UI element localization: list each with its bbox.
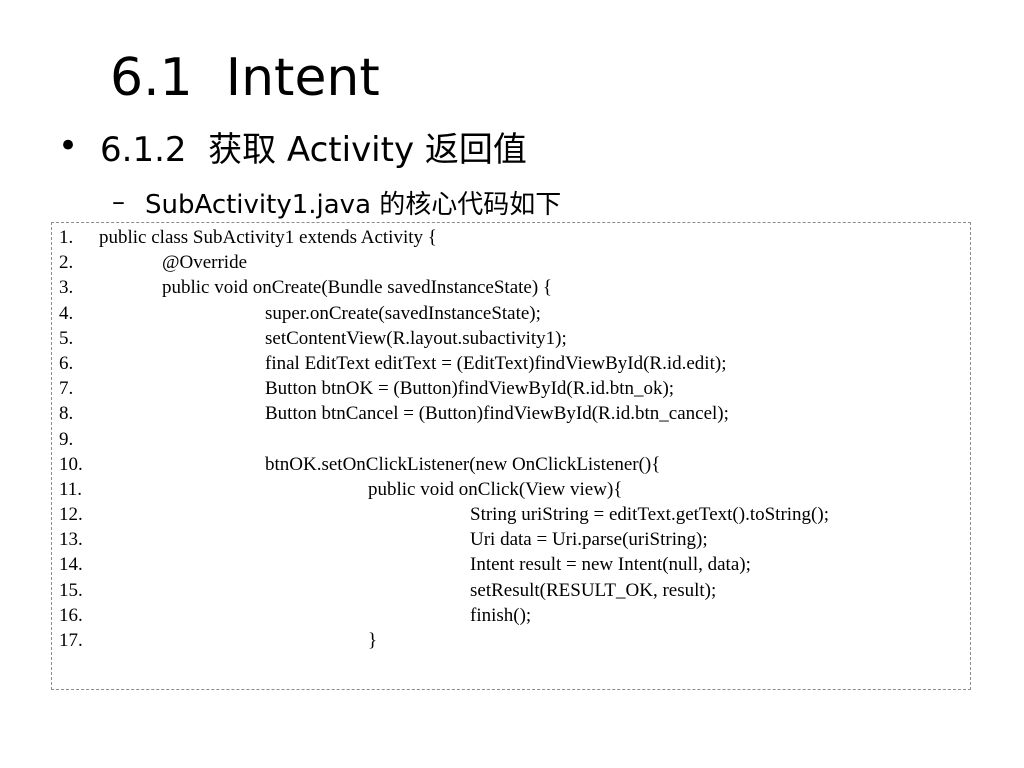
code-line: 5. setContentView(R.layout.subactivity1)… bbox=[59, 326, 966, 351]
code-line: 4. super.onCreate(savedInstanceState); bbox=[59, 301, 966, 326]
code-line: 12. String uriString = editText.getText(… bbox=[59, 502, 966, 527]
line-number: 6. bbox=[59, 352, 74, 374]
line-number: 1. bbox=[59, 227, 74, 248]
line-number: 5. bbox=[59, 327, 74, 349]
code-line: 14. Intent result = new Intent(null, dat… bbox=[59, 552, 966, 577]
bullet-dash: – bbox=[112, 187, 125, 217]
code-text: Intent result = new Intent(null, data); bbox=[470, 554, 751, 576]
code-text: btnOK.setOnClickListener(new OnClickList… bbox=[265, 453, 661, 475]
code-text: public void onClick(View view){ bbox=[368, 478, 623, 500]
line-number: 14. bbox=[59, 554, 83, 576]
code-line: 3. public void onCreate(Bundle savedInst… bbox=[59, 275, 966, 300]
line-number: 7. bbox=[59, 378, 74, 400]
code-text: super.onCreate(savedInstanceState); bbox=[265, 302, 541, 324]
code-line: 9. bbox=[59, 427, 966, 452]
slide-title: 6.1 Intent bbox=[110, 48, 380, 108]
code-line: 7. Button btnOK = (Button)findViewById(R… bbox=[59, 376, 966, 401]
bullet-level-1-text: 6.1.2 获取 Activity 返回值 bbox=[100, 129, 527, 170]
code-line: 1. public class SubActivity1 extends Act… bbox=[59, 225, 966, 250]
line-number: 12. bbox=[59, 504, 83, 526]
code-text: @Override bbox=[162, 252, 248, 274]
code-text: Button btnCancel = (Button)findViewById(… bbox=[265, 403, 729, 425]
line-number: 16. bbox=[59, 604, 83, 626]
code-text: Uri data = Uri.parse(uriString); bbox=[470, 529, 708, 551]
code-line: 6. final EditText editText = (EditText)f… bbox=[59, 351, 966, 376]
code-text: public void onCreate(Bundle savedInstanc… bbox=[162, 277, 553, 299]
code-text: } bbox=[368, 630, 378, 651]
line-number: 13. bbox=[59, 529, 83, 551]
code-line: 13. Uri data = Uri.parse(uriString); bbox=[59, 527, 966, 552]
bullet-dot: • bbox=[58, 126, 79, 166]
code-lines: 1. public class SubActivity1 extends Act… bbox=[59, 225, 966, 653]
line-number: 10. bbox=[59, 453, 83, 475]
code-text: final EditText editText = (EditText)find… bbox=[265, 352, 727, 374]
line-number: 8. bbox=[59, 403, 74, 425]
code-line: 15. setResult(RESULT_OK, result); bbox=[59, 578, 966, 603]
code-text: setResult(RESULT_OK, result); bbox=[470, 579, 717, 601]
code-line: 16. finish(); bbox=[59, 603, 966, 628]
code-line: 8. Button btnCancel = (Button)findViewBy… bbox=[59, 401, 966, 426]
bullet-level-2-text: SubActivity1.java 的核心代码如下 bbox=[145, 189, 562, 220]
code-text: Button btnOK = (Button)findViewById(R.id… bbox=[265, 378, 675, 400]
line-number: 9. bbox=[59, 428, 74, 450]
code-text: setContentView(R.layout.subactivity1); bbox=[265, 327, 567, 349]
line-number: 3. bbox=[59, 277, 74, 299]
code-line: 17. } bbox=[59, 628, 966, 653]
code-listing-box: 1. public class SubActivity1 extends Act… bbox=[51, 222, 971, 690]
line-number: 17. bbox=[59, 630, 83, 651]
bullet-level-2: – SubActivity1.java 的核心代码如下 bbox=[112, 182, 561, 222]
line-number: 11. bbox=[59, 478, 83, 500]
bullet-level-1: • 6.1.2 获取 Activity 返回值 bbox=[58, 120, 527, 172]
code-text: public class SubActivity1 extends Activi… bbox=[99, 227, 437, 248]
code-line: 2. @Override bbox=[59, 250, 966, 275]
code-text: String uriString = editText.getText().to… bbox=[470, 504, 829, 526]
code-text: finish(); bbox=[470, 604, 532, 626]
line-number: 4. bbox=[59, 302, 74, 324]
code-line: 10. btnOK.setOnClickListener(new OnClick… bbox=[59, 452, 966, 477]
line-number: 15. bbox=[59, 579, 83, 601]
code-line: 11. public void onClick(View view){ bbox=[59, 477, 966, 502]
line-number: 2. bbox=[59, 252, 74, 274]
